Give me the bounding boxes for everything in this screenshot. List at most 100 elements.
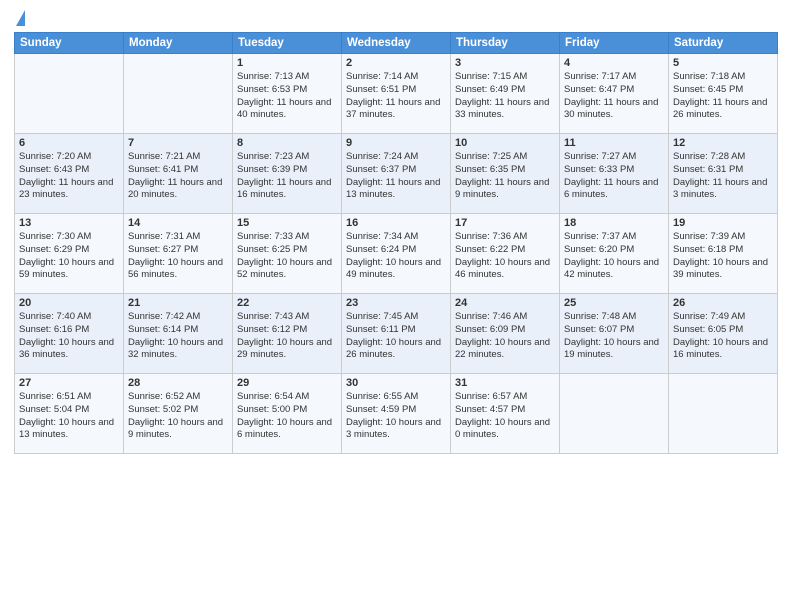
page: SundayMondayTuesdayWednesdayThursdayFrid… [0, 0, 792, 612]
cell-info: Sunrise: 7:17 AM Sunset: 6:47 PM Dayligh… [564, 71, 664, 122]
cell-day-number: 20 [19, 297, 119, 309]
cell-info: Sunrise: 7:37 AM Sunset: 6:20 PM Dayligh… [564, 231, 664, 282]
calendar-cell: 24Sunrise: 7:46 AM Sunset: 6:09 PM Dayli… [451, 294, 560, 374]
cell-info: Sunrise: 6:51 AM Sunset: 5:04 PM Dayligh… [19, 391, 119, 442]
cell-info: Sunrise: 7:21 AM Sunset: 6:41 PM Dayligh… [128, 151, 228, 202]
calendar-cell: 29 Sunrise: 6:54 AM Sunset: 5:00 PM Dayli… [233, 374, 342, 454]
cell-day-number: 7 [128, 137, 228, 149]
calendar-cell: 2 Sunrise: 7:14 AM Sunset: 6:51 PM Daylig… [342, 54, 451, 134]
weekday-header-wednesday: Wednesday [342, 33, 451, 54]
cell-day-number: 29 [237, 377, 337, 389]
calendar-cell: 6 Sunrise: 7:20 AM Sunset: 6:43 PM Daylig… [15, 134, 124, 214]
cell-day-number: 19 [673, 217, 773, 229]
calendar-cell: 5 Sunrise: 7:18 AM Sunset: 6:45 PM Daylig… [669, 54, 778, 134]
cell-info: Sunrise: 7:28 AM Sunset: 6:31 PM Dayligh… [673, 151, 773, 202]
calendar-cell: 13Sunrise: 7:30 AM Sunset: 6:29 PM Dayli… [15, 214, 124, 294]
cell-day-number: 1 [237, 57, 337, 69]
cell-day-number: 12 [673, 137, 773, 149]
calendar-week-row-4: 20 Sunrise: 7:40 AM Sunset: 6:16 PM Dayli… [15, 294, 778, 374]
calendar-cell: 7 Sunrise: 7:21 AM Sunset: 6:41 PM Daylig… [124, 134, 233, 214]
cell-info: Sunrise: 7:42 AM Sunset: 6:14 PM Dayligh… [128, 311, 228, 362]
cell-day-number: 18 [564, 217, 664, 229]
calendar-cell: 3Sunrise: 7:15 AM Sunset: 6:49 PM Daylig… [451, 54, 560, 134]
cell-info: Sunrise: 7:43 AM Sunset: 6:12 PM Dayligh… [237, 311, 337, 362]
cell-day-number: 6 [19, 137, 119, 149]
calendar-cell: 28 Sunrise: 6:52 AM Sunset: 5:02 PM Dayli… [124, 374, 233, 454]
calendar-cell: 22 Sunrise: 7:43 AM Sunset: 6:12 PM Dayli… [233, 294, 342, 374]
calendar-cell: 20 Sunrise: 7:40 AM Sunset: 6:16 PM Dayli… [15, 294, 124, 374]
weekday-header-monday: Monday [124, 33, 233, 54]
calendar-week-row-5: 27Sunrise: 6:51 AM Sunset: 5:04 PM Dayli… [15, 374, 778, 454]
logo-triangle-icon [16, 10, 25, 26]
cell-info: Sunrise: 7:27 AM Sunset: 6:33 PM Dayligh… [564, 151, 664, 202]
cell-day-number: 21 [128, 297, 228, 309]
calendar-cell [560, 374, 669, 454]
calendar-cell: 21 Sunrise: 7:42 AM Sunset: 6:14 PM Dayli… [124, 294, 233, 374]
calendar-cell [124, 54, 233, 134]
cell-day-number: 2 [346, 57, 446, 69]
weekday-header-sunday: Sunday [15, 33, 124, 54]
cell-info: Sunrise: 6:52 AM Sunset: 5:02 PM Dayligh… [128, 391, 228, 442]
cell-day-number: 10 [455, 137, 555, 149]
cell-day-number: 24 [455, 297, 555, 309]
cell-info: Sunrise: 7:18 AM Sunset: 6:45 PM Dayligh… [673, 71, 773, 122]
header [14, 10, 778, 26]
calendar-week-row-2: 6 Sunrise: 7:20 AM Sunset: 6:43 PM Daylig… [15, 134, 778, 214]
calendar-cell: 17Sunrise: 7:36 AM Sunset: 6:22 PM Dayli… [451, 214, 560, 294]
cell-info: Sunrise: 7:36 AM Sunset: 6:22 PM Dayligh… [455, 231, 555, 282]
cell-info: Sunrise: 7:31 AM Sunset: 6:27 PM Dayligh… [128, 231, 228, 282]
calendar-cell: 11 Sunrise: 7:27 AM Sunset: 6:33 PM Dayli… [560, 134, 669, 214]
logo [14, 10, 25, 26]
cell-info: Sunrise: 7:14 AM Sunset: 6:51 PM Dayligh… [346, 71, 446, 122]
calendar-cell: 26 Sunrise: 7:49 AM Sunset: 6:05 PM Dayli… [669, 294, 778, 374]
calendar-cell: 10 Sunrise: 7:25 AM Sunset: 6:35 PM Dayli… [451, 134, 560, 214]
cell-day-number: 26 [673, 297, 773, 309]
cell-day-number: 28 [128, 377, 228, 389]
calendar-cell [15, 54, 124, 134]
weekday-header-friday: Friday [560, 33, 669, 54]
cell-info: Sunrise: 7:13 AM Sunset: 6:53 PM Dayligh… [237, 71, 337, 122]
cell-day-number: 31 [455, 377, 555, 389]
cell-info: Sunrise: 6:54 AM Sunset: 5:00 PM Dayligh… [237, 391, 337, 442]
cell-info: Sunrise: 7:45 AM Sunset: 6:11 PM Dayligh… [346, 311, 446, 362]
cell-day-number: 22 [237, 297, 337, 309]
calendar-cell: 8Sunrise: 7:23 AM Sunset: 6:39 PM Daylig… [233, 134, 342, 214]
calendar-cell: 18 Sunrise: 7:37 AM Sunset: 6:20 PM Dayli… [560, 214, 669, 294]
cell-day-number: 13 [19, 217, 119, 229]
calendar-cell: 23 Sunrise: 7:45 AM Sunset: 6:11 PM Dayli… [342, 294, 451, 374]
cell-day-number: 9 [346, 137, 446, 149]
cell-info: Sunrise: 7:33 AM Sunset: 6:25 PM Dayligh… [237, 231, 337, 282]
calendar-cell [669, 374, 778, 454]
cell-day-number: 16 [346, 217, 446, 229]
cell-day-number: 4 [564, 57, 664, 69]
cell-day-number: 30 [346, 377, 446, 389]
weekday-header-saturday: Saturday [669, 33, 778, 54]
cell-info: Sunrise: 7:20 AM Sunset: 6:43 PM Dayligh… [19, 151, 119, 202]
weekday-header-thursday: Thursday [451, 33, 560, 54]
calendar-week-row-3: 13Sunrise: 7:30 AM Sunset: 6:29 PM Dayli… [15, 214, 778, 294]
cell-day-number: 8 [237, 137, 337, 149]
calendar-cell: 12 Sunrise: 7:28 AM Sunset: 6:31 PM Dayli… [669, 134, 778, 214]
cell-day-number: 11 [564, 137, 664, 149]
calendar-cell: 9Sunrise: 7:24 AM Sunset: 6:37 PM Daylig… [342, 134, 451, 214]
cell-info: Sunrise: 7:40 AM Sunset: 6:16 PM Dayligh… [19, 311, 119, 362]
calendar-cell: 1 Sunrise: 7:13 AM Sunset: 6:53 PM Daylig… [233, 54, 342, 134]
cell-info: Sunrise: 7:34 AM Sunset: 6:24 PM Dayligh… [346, 231, 446, 282]
cell-info: Sunrise: 7:15 AM Sunset: 6:49 PM Dayligh… [455, 71, 555, 122]
cell-day-number: 23 [346, 297, 446, 309]
calendar-week-row-1: 1 Sunrise: 7:13 AM Sunset: 6:53 PM Daylig… [15, 54, 778, 134]
calendar-cell: 14Sunrise: 7:31 AM Sunset: 6:27 PM Dayli… [124, 214, 233, 294]
calendar-cell: 4 Sunrise: 7:17 AM Sunset: 6:47 PM Daylig… [560, 54, 669, 134]
cell-info: Sunrise: 7:49 AM Sunset: 6:05 PM Dayligh… [673, 311, 773, 362]
cell-info: Sunrise: 7:48 AM Sunset: 6:07 PM Dayligh… [564, 311, 664, 362]
cell-info: Sunrise: 6:55 AM Sunset: 4:59 PM Dayligh… [346, 391, 446, 442]
calendar-cell: 25Sunrise: 7:48 AM Sunset: 6:07 PM Dayli… [560, 294, 669, 374]
calendar-cell: 15Sunrise: 7:33 AM Sunset: 6:25 PM Dayli… [233, 214, 342, 294]
calendar-table: SundayMondayTuesdayWednesdayThursdayFrid… [14, 32, 778, 454]
calendar-cell: 31 Sunrise: 6:57 AM Sunset: 4:57 PM Dayli… [451, 374, 560, 454]
cell-info: Sunrise: 7:25 AM Sunset: 6:35 PM Dayligh… [455, 151, 555, 202]
weekday-header-row: SundayMondayTuesdayWednesdayThursdayFrid… [15, 33, 778, 54]
cell-info: Sunrise: 7:39 AM Sunset: 6:18 PM Dayligh… [673, 231, 773, 282]
cell-info: Sunrise: 6:57 AM Sunset: 4:57 PM Dayligh… [455, 391, 555, 442]
cell-day-number: 5 [673, 57, 773, 69]
